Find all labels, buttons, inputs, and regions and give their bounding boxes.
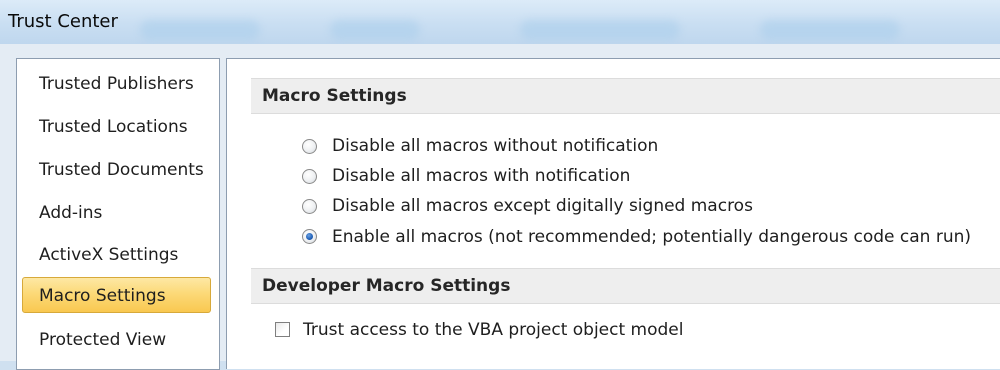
radio-disable-without-notification[interactable] [302,139,317,154]
sidebar-item-protected-view[interactable]: Protected View [22,321,211,357]
radio-disable-with-notification[interactable] [302,169,317,184]
macro-settings-header: Macro Settings [251,78,1000,114]
title-bar[interactable]: Trust Center [0,0,1000,44]
sidebar-item-activex-settings[interactable]: ActiveX Settings [22,236,211,272]
developer-macro-settings-header: Developer Macro Settings [251,268,1000,304]
trust-vba-label[interactable]: Trust access to the VBA project object m… [303,317,684,343]
sidebar-item-label: Trusted Locations [39,117,188,137]
settings-pane: Macro Settings Disable all macros withou… [226,58,1000,369]
sidebar-item-trusted-publishers[interactable]: Trusted Publishers [22,65,211,101]
sidebar-item-trusted-documents[interactable]: Trusted Documents [22,151,211,187]
trust-vba-checkbox[interactable] [275,322,290,337]
radio-enable-all-macros[interactable] [302,229,317,244]
sidebar-item-label: Trusted Publishers [39,74,194,94]
sidebar-item-label: Protected View [39,330,167,350]
option-label[interactable]: Disable all macros without notification [332,133,658,159]
sidebar-item-label: Macro Settings [39,286,166,306]
sidebar-item-trusted-locations[interactable]: Trusted Locations [22,108,211,144]
option-label[interactable]: Disable all macros with notification [332,163,630,189]
radio-disable-except-signed[interactable] [302,199,317,214]
option-label[interactable]: Disable all macros except digitally sign… [332,193,753,219]
sidebar-item-add-ins[interactable]: Add-ins [22,194,211,230]
sidebar-item-label: ActiveX Settings [39,245,179,265]
sidebar-item-label: Trusted Documents [39,160,204,180]
window-title: Trust Center [8,11,118,32]
option-label[interactable]: Enable all macros (not recommended; pote… [332,224,971,250]
sidebar-item-label: Add-ins [39,203,103,223]
sidebar-item-macro-settings[interactable]: Macro Settings [22,277,211,313]
sidebar: Trusted Publishers Trusted Locations Tru… [16,58,220,370]
